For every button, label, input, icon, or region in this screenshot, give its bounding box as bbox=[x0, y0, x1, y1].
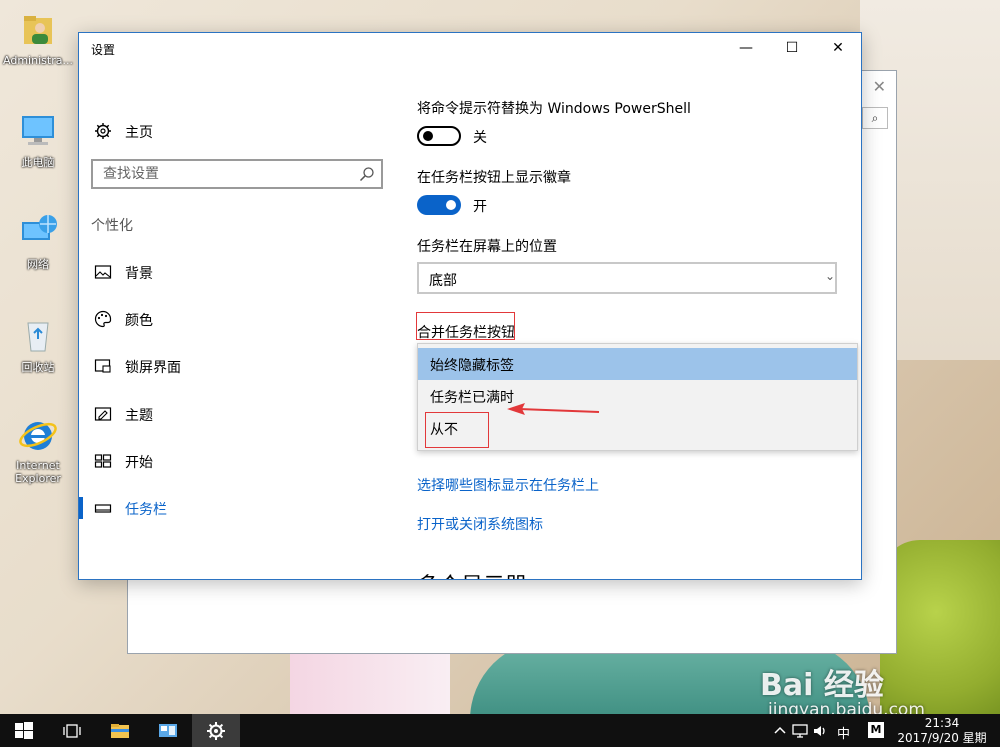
window-title: 设置 bbox=[91, 43, 116, 57]
theme-icon bbox=[94, 407, 112, 421]
desktop-icon-label: 网络 bbox=[27, 258, 49, 271]
content-pane: 将命令提示符替换为 Windows PowerShell 关 在任务栏按钮上显示… bbox=[416, 63, 861, 579]
settings-window: 设置 — ☐ ✕ 主页 个性化 背景 bbox=[78, 32, 862, 580]
sidebar-item-background[interactable]: 背景 bbox=[79, 254, 399, 290]
sidebar-item-start[interactable]: 开始 bbox=[79, 443, 399, 479]
desktop-icon-internet-explorer[interactable]: Internet Explorer bbox=[0, 415, 76, 485]
gear-icon bbox=[207, 722, 225, 740]
internet-explorer-icon bbox=[19, 422, 57, 450]
volume-icon[interactable] bbox=[812, 723, 828, 739]
position-dropdown[interactable]: 底部 ⌄ bbox=[417, 262, 837, 294]
wallpaper-detail bbox=[880, 540, 1000, 714]
search-input-container[interactable] bbox=[91, 159, 383, 189]
network-icon bbox=[22, 215, 57, 240]
system-tray: 中 M 21:34 2017/9/20 星期三 bbox=[750, 714, 1000, 747]
search-icon[interactable]: ⌕ bbox=[862, 107, 888, 129]
toggle-knob bbox=[446, 200, 456, 210]
sidebar-item-label: 任务栏 bbox=[125, 502, 167, 518]
minimize-button[interactable]: — bbox=[723, 33, 769, 63]
task-view-icon bbox=[63, 724, 81, 738]
sidebar: 主页 个性化 背景 颜色 bbox=[79, 63, 399, 579]
search-input[interactable] bbox=[93, 161, 343, 187]
watermark-brand: Bai 经验 bbox=[760, 668, 884, 703]
badges-toggle[interactable] bbox=[417, 195, 461, 215]
multi-display-heading: 多个显示器 bbox=[417, 568, 527, 579]
badges-label: 在任务栏按钮上显示徽章 bbox=[417, 170, 571, 186]
settings-taskbar-button[interactable] bbox=[192, 714, 240, 747]
system-icons-link[interactable]: 打开或关闭系统图标 bbox=[417, 514, 543, 534]
powershell-label: 将命令提示符替换为 Windows PowerShell bbox=[417, 101, 691, 117]
position-label: 任务栏在屏幕上的位置 bbox=[417, 239, 557, 255]
section-title: 个性化 bbox=[91, 218, 133, 234]
sidebar-item-home[interactable]: 主页 bbox=[79, 113, 399, 149]
search-icon[interactable] bbox=[359, 166, 375, 182]
dropdown-option[interactable]: 始终隐藏标签 bbox=[418, 348, 857, 380]
user-folder-icon bbox=[24, 16, 52, 44]
sidebar-item-label: 颜色 bbox=[125, 313, 153, 329]
desktop-icon-label: Administra... bbox=[3, 54, 73, 67]
recycle-bin-icon bbox=[27, 322, 49, 352]
start-button[interactable] bbox=[0, 714, 48, 747]
ime-language-indicator[interactable]: 中 bbox=[837, 723, 850, 742]
toggle-knob bbox=[423, 131, 433, 141]
desktop-icon-user-folder[interactable]: Administra... bbox=[0, 10, 76, 67]
sidebar-item-label: 背景 bbox=[125, 266, 153, 282]
powershell-toggle[interactable] bbox=[417, 126, 461, 146]
option-label: 任务栏已满时 bbox=[430, 390, 514, 406]
dropdown-option[interactable]: 任务栏已满时 bbox=[418, 380, 857, 412]
clock-time: 21:34 bbox=[924, 716, 960, 730]
title-bar[interactable]: 设置 — ☐ ✕ bbox=[79, 33, 861, 63]
annotation-arrow bbox=[507, 403, 600, 415]
task-view-button[interactable] bbox=[48, 714, 96, 747]
sidebar-item-label: 开始 bbox=[125, 455, 153, 471]
desktop-icon-label: Internet Explorer bbox=[15, 459, 61, 485]
annotation-box bbox=[425, 412, 489, 448]
control-panel-icon bbox=[159, 724, 177, 737]
desktop-icon-label: 回收站 bbox=[21, 361, 55, 374]
network-icon[interactable] bbox=[792, 723, 808, 739]
option-label: 始终隐藏标签 bbox=[430, 358, 514, 374]
file-explorer-button[interactable] bbox=[96, 714, 144, 747]
taskbar: 中 M 21:34 2017/9/20 星期三 bbox=[0, 714, 1000, 747]
sidebar-item-lock-screen[interactable]: 锁屏界面 bbox=[79, 348, 399, 384]
chevron-up-icon[interactable] bbox=[772, 723, 788, 739]
control-panel-button[interactable] bbox=[144, 714, 192, 747]
dropdown-value: 底部 bbox=[429, 273, 457, 289]
taskbar-icon bbox=[94, 504, 112, 513]
palette-icon bbox=[94, 310, 112, 328]
maximize-button[interactable]: ☐ bbox=[769, 33, 815, 63]
windows-logo-icon bbox=[15, 722, 33, 739]
sidebar-item-label: 锁屏界面 bbox=[125, 360, 181, 376]
desktop-icon-network[interactable]: 网络 bbox=[0, 212, 76, 272]
notification-icons-link[interactable]: 选择哪些图标显示在任务栏上 bbox=[417, 475, 599, 495]
lock-screen-icon bbox=[94, 359, 111, 373]
picture-icon bbox=[94, 265, 112, 279]
desktop-icon-this-pc[interactable]: 此电脑 bbox=[0, 110, 76, 170]
close-button[interactable]: ✕ bbox=[815, 33, 861, 63]
sidebar-item-label: 主页 bbox=[125, 125, 153, 141]
folder-icon bbox=[111, 724, 129, 738]
sidebar-item-colors[interactable]: 颜色 bbox=[79, 301, 399, 337]
start-grid-icon bbox=[94, 454, 112, 468]
gear-icon bbox=[95, 123, 111, 139]
sidebar-item-label: 主题 bbox=[125, 408, 153, 424]
clock[interactable]: 21:34 2017/9/20 星期三 bbox=[892, 716, 992, 747]
desktop-icon-recycle-bin[interactable]: 回收站 bbox=[0, 315, 76, 375]
powershell-state: 关 bbox=[473, 130, 487, 146]
close-icon[interactable]: ✕ bbox=[873, 77, 886, 96]
desktop-icon-label: 此电脑 bbox=[21, 156, 55, 169]
ime-mode-indicator[interactable]: M bbox=[868, 722, 884, 738]
clock-date: 2017/9/20 星期三 bbox=[897, 731, 987, 747]
sidebar-item-themes[interactable]: 主题 bbox=[79, 396, 399, 432]
badges-state: 开 bbox=[473, 199, 487, 215]
annotation-box bbox=[416, 312, 515, 340]
chevron-down-icon: ⌄ bbox=[824, 269, 835, 283]
sidebar-item-taskbar[interactable]: 任务栏 bbox=[79, 490, 399, 526]
computer-icon bbox=[22, 116, 54, 145]
